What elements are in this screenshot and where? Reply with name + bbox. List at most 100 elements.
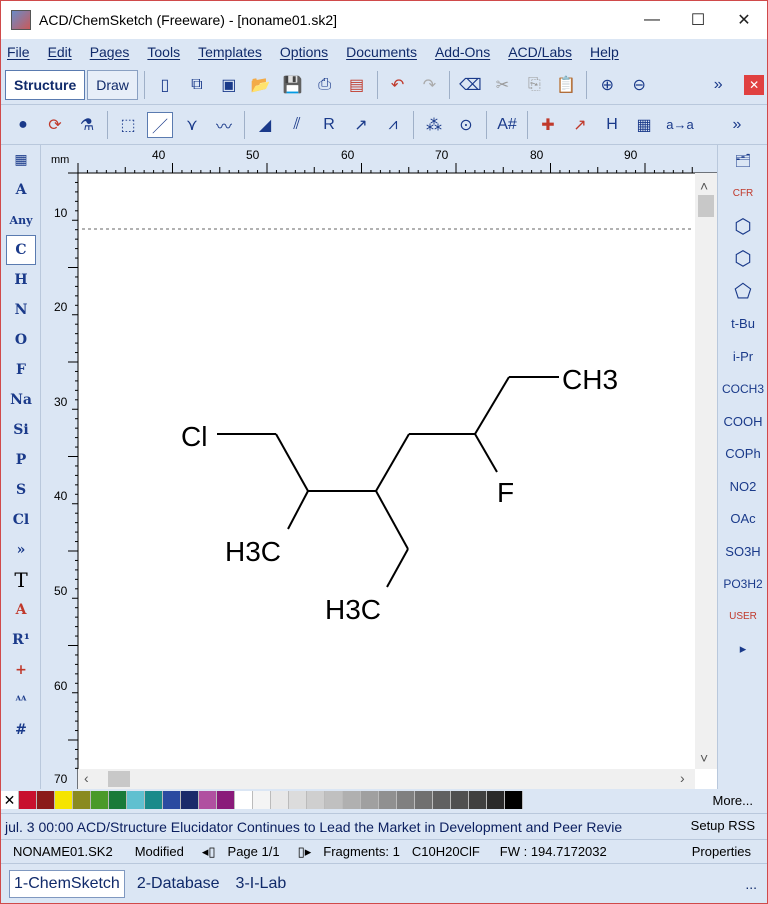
color-swatch[interactable] [469, 791, 487, 809]
reaction-arrow-icon[interactable]: ↗ [567, 112, 593, 138]
zoom-in-icon[interactable]: ⊕ [594, 72, 620, 98]
tbu-group-button[interactable]: t-Bu [718, 308, 767, 341]
clean-structure-icon[interactable]: ⚗ [74, 112, 100, 138]
add-charge-icon[interactable]: ✚ [535, 112, 561, 138]
hashed-bond-icon[interactable]: ⫽ [284, 112, 310, 138]
draw-normal-icon[interactable]: ／ [147, 111, 173, 138]
menu-file[interactable]: File [7, 44, 30, 60]
menu-pages[interactable]: Pages [90, 44, 130, 60]
select-atom-icon[interactable]: ● [10, 112, 36, 138]
color-swatch[interactable] [127, 791, 145, 809]
paste-icon[interactable]: 📋 [553, 72, 579, 98]
atom-o-button[interactable]: O [1, 325, 41, 355]
color-swatch[interactable] [289, 791, 307, 809]
draw-chain-icon[interactable]: 〰 [211, 112, 237, 138]
color-swatch[interactable] [73, 791, 91, 809]
pdf-icon[interactable]: ▤ [344, 72, 370, 98]
numbering-tool-button[interactable]: # [1, 715, 41, 745]
menu-edit[interactable]: Edit [48, 44, 72, 60]
horizontal-scroll-thumb[interactable] [108, 771, 130, 787]
menu-tools[interactable]: Tools [147, 44, 180, 60]
more-colors-button[interactable]: More... [713, 793, 753, 808]
toolbar-overflow-icon[interactable]: » [705, 72, 731, 98]
undo-icon[interactable]: ↶ [385, 72, 411, 98]
user-template-icon[interactable]: USER [718, 600, 767, 633]
no2-group-button[interactable]: NO2 [718, 470, 767, 503]
color-swatch[interactable] [109, 791, 127, 809]
color-swatch[interactable] [361, 791, 379, 809]
color-swatch[interactable] [415, 791, 433, 809]
coph-group-button[interactable]: COPh [718, 438, 767, 471]
color-swatch[interactable] [163, 791, 181, 809]
benzene-ring-icon[interactable]: ⬡ [718, 210, 767, 243]
vertical-scrollbar[interactable] [695, 173, 717, 769]
r-group-button[interactable]: R¹ [1, 625, 41, 655]
chain-label-icon[interactable]: ⩘ [380, 112, 406, 138]
eraser-icon[interactable]: ⌫ [457, 72, 483, 98]
tab-database[interactable]: 2-Database [133, 871, 224, 897]
atom-numbering-icon[interactable]: A# [494, 112, 520, 138]
bond-arrow-icon[interactable]: ↗ [348, 112, 374, 138]
menu-acd-labs[interactable]: ACD/Labs [508, 44, 572, 60]
minimize-button[interactable]: — [629, 1, 675, 39]
color-swatch[interactable] [505, 791, 523, 809]
ring-attach-icon[interactable]: ⊙ [453, 112, 479, 138]
menu-help[interactable]: Help [590, 44, 619, 60]
fragment-nav-icon[interactable]: ▯▸ [298, 844, 312, 860]
color-swatch[interactable] [271, 791, 289, 809]
atom-cl-button[interactable]: Cl [1, 505, 41, 535]
color-swatch[interactable] [217, 791, 235, 809]
atom-si-button[interactable]: Si [1, 415, 41, 445]
oac-group-button[interactable]: OAc [718, 503, 767, 536]
duplicate-page-icon[interactable]: ⧉ [184, 72, 210, 98]
color-swatch[interactable] [199, 791, 217, 809]
scroll-left-arrow[interactable]: ‹ [84, 770, 89, 786]
template-page-icon[interactable]: ▣ [216, 72, 242, 98]
cyclohexane-ring-icon[interactable]: ⬡ [718, 243, 767, 276]
stereo-r-icon[interactable]: R [316, 112, 342, 138]
new-page-icon[interactable]: ▯ [152, 72, 178, 98]
maximize-button[interactable]: ☐ [675, 1, 721, 39]
atom-any-button[interactable]: Any [1, 205, 41, 235]
atom-label-f[interactable]: F [497, 477, 514, 508]
coch3-group-button[interactable]: COCH3 [718, 373, 767, 406]
vertical-scroll-thumb[interactable] [698, 195, 714, 217]
color-swatch[interactable] [55, 791, 73, 809]
news-ticker[interactable]: jul. 3 00:00 ACD/Structure Elucidator Co… [1, 819, 677, 835]
color-swatch[interactable] [235, 791, 253, 809]
properties-button[interactable]: Properties [692, 844, 751, 859]
cfr-template-icon[interactable]: CFR [718, 178, 767, 211]
atom-label-cl[interactable]: Cl [181, 421, 207, 452]
zoom-out-icon[interactable]: ⊖ [626, 72, 652, 98]
color-swatch[interactable] [19, 791, 37, 809]
atom-f-button[interactable]: F [1, 355, 41, 385]
atom-label-ch3[interactable]: CH3 [562, 364, 618, 395]
add-hydrogen-icon[interactable]: H [599, 112, 625, 138]
atom-c-button[interactable]: C [6, 235, 36, 265]
atom-h-button[interactable]: H [1, 265, 41, 295]
color-swatch[interactable] [37, 791, 55, 809]
menu-templates[interactable]: Templates [198, 44, 262, 60]
menu-options[interactable]: Options [280, 44, 328, 60]
scroll-up-arrow[interactable]: ˄ [700, 178, 708, 194]
atom-s-button[interactable]: S [1, 475, 41, 505]
drawing-toolbar-overflow-icon[interactable]: » [724, 112, 750, 138]
scroll-right-arrow[interactable]: › [680, 770, 685, 786]
color-swatch[interactable] [433, 791, 451, 809]
templates-window-icon[interactable]: 🗂 [718, 145, 767, 178]
draw-mode-button[interactable]: Draw [87, 69, 138, 100]
atom-radical-icon[interactable]: ⁂ [421, 112, 447, 138]
atom-n-button[interactable]: N [1, 295, 41, 325]
table-icon[interactable]: ▦ [631, 112, 657, 138]
atom-mapping-icon[interactable]: a→a [663, 112, 697, 138]
redo-icon[interactable]: ↷ [417, 72, 443, 98]
tabs-more-button[interactable]: ... [745, 876, 757, 892]
open-folder-icon[interactable]: 📂 [248, 72, 274, 98]
color-swatch[interactable] [397, 791, 415, 809]
cut-icon[interactable]: ✂ [489, 72, 515, 98]
wedge-bond-icon[interactable]: ◢ [252, 112, 278, 138]
draw-continuous-icon[interactable]: ⋎ [179, 112, 205, 138]
color-swatch[interactable] [307, 791, 325, 809]
structure-mode-button[interactable]: Structure [5, 69, 86, 100]
rotate-3d-icon[interactable]: ⟳ [42, 112, 68, 138]
